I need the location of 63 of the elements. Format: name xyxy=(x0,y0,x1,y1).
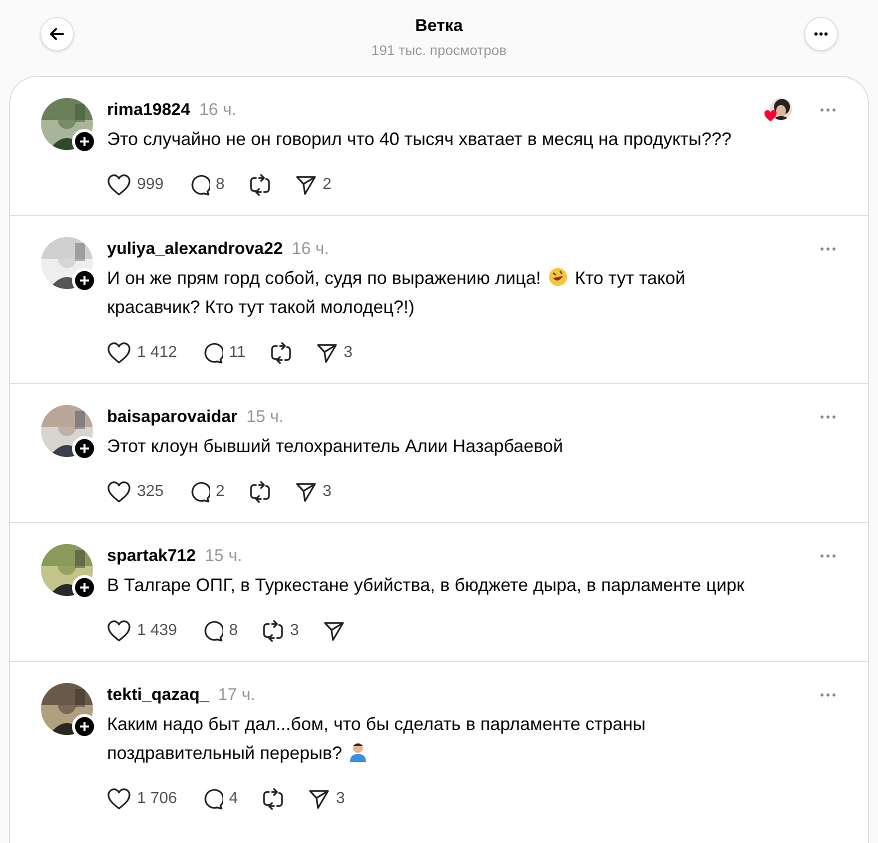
plus-icon xyxy=(79,721,90,732)
plus-icon xyxy=(79,582,90,593)
repost-icon[interactable] xyxy=(262,788,284,810)
timestamp: 15 ч. xyxy=(246,406,284,428)
username[interactable]: baisaparovaidar xyxy=(107,404,238,430)
heart-icon[interactable] xyxy=(107,174,131,196)
count: 3 xyxy=(336,789,345,809)
count: 1 439 xyxy=(137,621,178,641)
send-icon[interactable] xyxy=(316,342,338,364)
heart-icon[interactable] xyxy=(107,620,131,642)
count: 3 xyxy=(322,482,332,502)
repost-icon[interactable] xyxy=(248,174,271,196)
count: 3 xyxy=(290,621,299,641)
timestamp: 16 ч. xyxy=(292,238,329,260)
repost-icon[interactable] xyxy=(270,342,292,364)
post-text: Этот клоун бывший телохранитель Алии Назарбаевой xyxy=(107,435,564,458)
laughing-emoji-icon xyxy=(548,267,568,287)
more-icon xyxy=(820,554,836,558)
view-count: 191 тыс. просмотров xyxy=(371,41,507,60)
post-text: И он же прям горд собой, судя по выражению лица! Кто тут такой красавчик? Кто тут такой молодец?!) xyxy=(107,266,686,319)
count: 2 xyxy=(322,175,332,195)
more-icon xyxy=(820,108,836,112)
username[interactable]: yuliya_alexandrova22 xyxy=(107,236,283,262)
send-icon[interactable] xyxy=(308,788,330,810)
person-emoji-icon xyxy=(349,742,368,762)
more-icon xyxy=(820,693,836,697)
count: 8 xyxy=(229,621,238,641)
count: 4 xyxy=(229,789,238,809)
username[interactable]: rima19824 xyxy=(107,97,190,123)
post-text: В Талгаре ОПГ, в Туркестане убийства, в бюджете дыра, в парламенте цирк xyxy=(107,574,746,597)
send-icon[interactable] xyxy=(322,620,345,642)
heart-icon[interactable] xyxy=(107,342,131,364)
username[interactable]: spartak712 xyxy=(107,543,196,569)
more-icon xyxy=(814,32,828,36)
back-arrow-icon xyxy=(49,26,65,42)
timestamp: 16 ч. xyxy=(199,99,236,122)
heart-icon[interactable] xyxy=(107,788,131,810)
timestamp: 17 ч. xyxy=(218,684,256,706)
count: 11 xyxy=(229,343,246,363)
send-icon[interactable] xyxy=(294,481,317,503)
count: 2 xyxy=(216,482,225,502)
page-title: Ветка xyxy=(415,15,463,37)
count: 3 xyxy=(344,343,353,363)
more-button[interactable] xyxy=(804,17,838,51)
back-button[interactable] xyxy=(40,17,74,51)
more-icon xyxy=(820,247,836,251)
count: 999 xyxy=(137,175,164,195)
repost-icon[interactable] xyxy=(248,481,271,503)
repost-icon[interactable] xyxy=(262,620,284,642)
plus-icon xyxy=(79,136,90,147)
more-icon xyxy=(820,415,836,419)
count: 1 412 xyxy=(137,343,178,363)
username[interactable]: tekti_qazaq_ xyxy=(107,682,210,708)
timestamp: 15 ч. xyxy=(204,545,242,568)
count: 325 xyxy=(137,482,164,502)
post-text: Это случайно не он говорил что 40 тысяч хватает в месяц на продукты??? xyxy=(107,128,732,151)
count: 8 xyxy=(216,175,225,195)
heart-icon[interactable] xyxy=(107,481,131,503)
post-text: Каким надо быт дал...бом, что бы сделать в парламенте страны поздравительный перерыв? xyxy=(107,713,647,765)
send-icon[interactable] xyxy=(294,174,317,196)
plus-icon xyxy=(79,275,90,286)
count: 1 706 xyxy=(137,789,178,809)
plus-icon xyxy=(79,443,90,454)
